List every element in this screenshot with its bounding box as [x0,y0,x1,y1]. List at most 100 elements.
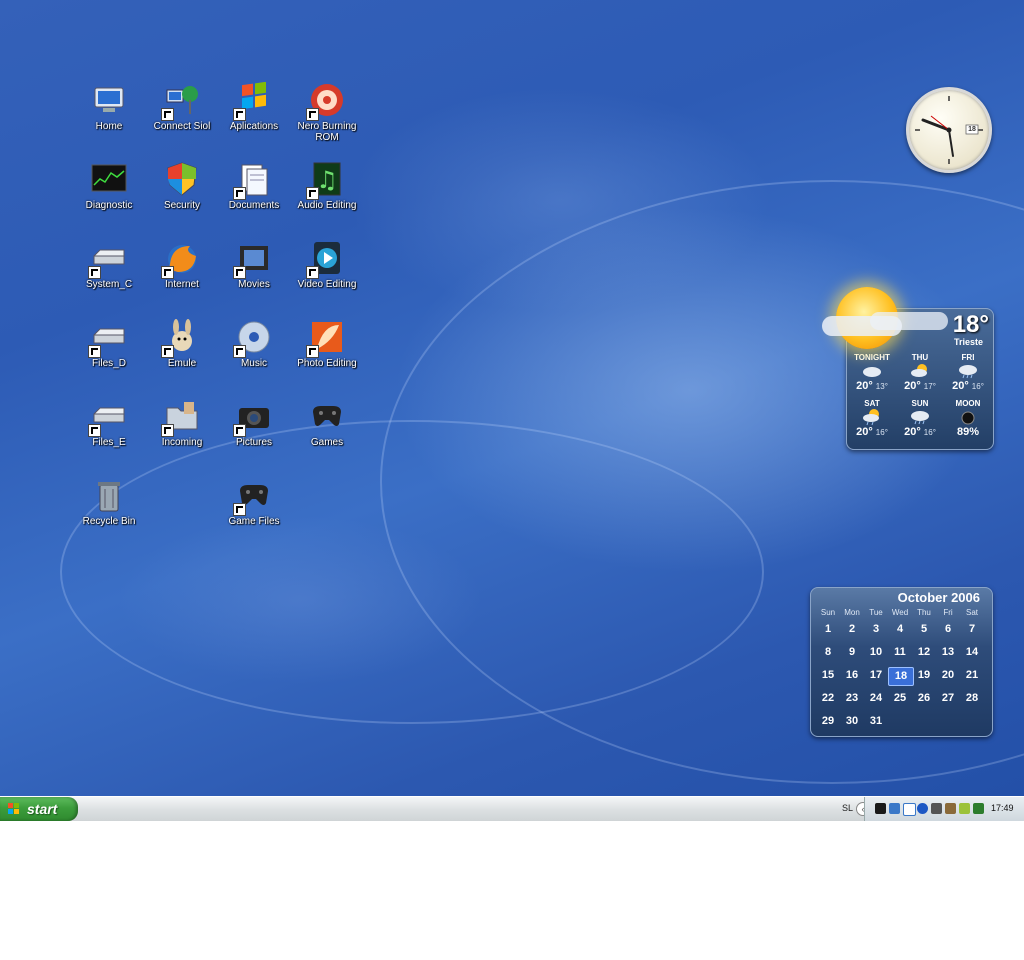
calendar-day[interactable]: 28 [960,690,984,707]
weather-day-label: FRI [961,353,975,362]
tray-clock[interactable]: 17:49 [991,803,1014,813]
tray-security-icon[interactable] [973,803,984,814]
calendar-weekday: Sat [965,608,978,617]
desktop-icon-incoming[interactable]: Incoming [145,398,219,448]
calendar-day[interactable]: 29 [816,713,840,730]
gamepad-icon [233,477,272,516]
tray-volume-icon[interactable] [959,803,970,814]
desktop-icon-game-files[interactable]: Game Files [217,477,291,527]
desktop-icon-files-e[interactable]: Files_E [72,398,146,448]
calendar-day[interactable]: 17 [864,667,888,684]
weather-temps: 89% [944,426,992,438]
shortcut-arrow-icon [88,345,101,358]
desktop-icon-photo-editing[interactable]: Photo Editing [290,319,364,369]
feather-icon [306,319,345,358]
desktop-icon-internet[interactable]: Internet [145,240,219,290]
calendar-day[interactable]: 7 [960,621,984,638]
calendar-day[interactable]: 14 [960,644,984,661]
desktop-icon-connect-siol[interactable]: Connect Siol [145,82,219,132]
desktop-icon-aplications[interactable]: Aplications [217,81,291,132]
cloud-icon [870,312,948,330]
tray-display-icon[interactable] [875,803,886,814]
tray-agent-icon[interactable] [903,803,916,816]
calendar-day[interactable]: 10 [864,644,888,661]
calendar-day[interactable]: 22 [816,690,840,707]
calendar-day[interactable]: 31 [864,713,888,730]
desktop-icon-system-c[interactable]: System_C [72,240,146,290]
desktop-icon-games[interactable]: Games [290,398,364,448]
calendar-gadget[interactable]: October 2006 Sun Mon Tue Wed Thu Fri Sat 1 2 3 4 5 6… [810,587,993,737]
calendar-day[interactable]: 21 [960,667,984,684]
desktop-icon-emule[interactable]: Emule [145,319,219,369]
calendar-weekday: Mon [844,608,860,617]
calendar-day[interactable]: 19 [912,667,936,684]
desktop-icon-documents[interactable]: Documents [217,161,291,211]
calendar-day[interactable]: 3 [864,621,888,638]
calendar-day[interactable]: 12 [912,644,936,661]
weather-low: 16° [923,428,936,437]
desktop-icon-recycle-bin[interactable]: Recycle Bin [72,477,146,527]
tray-mule-icon[interactable] [945,803,956,814]
svg-text:♫: ♫ [316,166,338,194]
calendar-day[interactable]: 16 [840,667,864,684]
desktop-icon-video-editing[interactable]: Video Editing [290,240,364,290]
weather-high: 20° [904,380,921,392]
calendar-day[interactable]: 11 [888,644,912,661]
desktop-icon-security[interactable]: Security [145,161,219,211]
weather-day-label: MOON [955,399,981,408]
calendar-day[interactable]: 30 [840,713,864,730]
calendar-day[interactable]: 6 [936,621,960,638]
weather-forecast-moon: MOON 89% [944,399,992,438]
desktop-icon-pictures[interactable]: Pictures [217,398,291,448]
music-note-icon: ♫ [306,161,345,200]
calendar-title: October 2006 [897,590,980,605]
calendar-day[interactable]: 8 [816,644,840,661]
start-button[interactable]: start [0,797,78,821]
documents-icon [233,161,272,200]
desktop-icon-label: Files_D [92,358,126,369]
calendar-day[interactable]: 5 [912,621,936,638]
desktop-icon-diagnostic[interactable]: Diagnostic [72,161,146,211]
weather-day-label: SUN [911,399,929,408]
clock-gadget[interactable]: 18 [906,87,992,173]
desktop-icon-files-d[interactable]: Files_D [72,319,146,369]
calendar-day[interactable]: 25 [888,690,912,707]
sun-rain-icon [863,409,879,426]
shortcut-arrow-icon [306,108,319,121]
desktop-icon-label: Game Files [228,516,280,527]
drive-icon [88,240,127,279]
calendar-day[interactable]: 13 [936,644,960,661]
calendar-day[interactable]: 26 [912,690,936,707]
calendar-day[interactable]: 24 [864,690,888,707]
desktop-icon-music[interactable]: Music [217,319,291,369]
windows-logo-icon [8,803,20,815]
tray-media-icon[interactable] [931,803,942,814]
tray-bluetooth-icon[interactable] [917,803,928,814]
tray-network-icon[interactable] [889,803,900,814]
weather-low: 17° [923,382,936,391]
desktop-icon-movies[interactable]: Movies [217,240,291,290]
calendar-day[interactable]: 27 [936,690,960,707]
calendar-day-today[interactable]: 18 [888,667,914,686]
start-label: start [27,801,58,817]
calendar-day[interactable]: 9 [840,644,864,661]
computer-icon [91,82,127,118]
calendar-day[interactable]: 15 [816,667,840,684]
desktop-icon-audio-editing[interactable]: ♫ Audio Editing [290,161,364,211]
calendar-day[interactable]: 23 [840,690,864,707]
desktop-icon-label: Movies [238,279,270,290]
language-indicator[interactable]: SL [842,803,853,813]
desktop-icon-nero-burning-rom[interactable]: Nero Burning ROM [290,82,364,143]
calendar-day[interactable]: 2 [840,621,864,638]
desktop[interactable]: Home Connect Siol Aplications Nero Burning … [0,0,1024,796]
desktop-icon-home[interactable]: Home [72,82,146,132]
calendar-weekday: Sun [820,608,836,617]
weather-current-temp: 18° [952,311,989,338]
calendar-day[interactable]: 1 [816,621,840,638]
weather-high: 20° [856,380,873,392]
desktop-icon-label: Video Editing [297,279,357,290]
system-tray: 17:49 [864,797,1024,821]
calendar-day[interactable]: 20 [936,667,960,684]
monitor-chart-icon [91,161,127,197]
calendar-day[interactable]: 4 [888,621,912,638]
